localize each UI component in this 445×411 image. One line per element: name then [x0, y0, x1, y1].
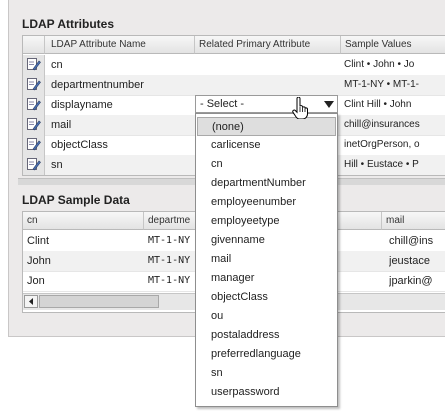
col-header-related-primary-attribute[interactable]: Related Primary Attribute [195, 36, 341, 54]
horizontal-scroll-thumb[interactable] [39, 295, 159, 308]
attribute-sample-values: inetOrgPerson, o [344, 139, 420, 150]
attribute-sample-values: Clint • John • Jo [344, 59, 415, 70]
hand-pointer-icon [292, 97, 308, 119]
attribute-row[interactable]: cn Clint • John • Jo [23, 55, 445, 76]
col-header-mail[interactable]: mail [382, 212, 445, 230]
ldap-sample-data-title: LDAP Sample Data [22, 193, 130, 207]
attribute-sample-values: MT-1-NY • MT-1- [344, 79, 419, 90]
dropdown-option[interactable]: employeetype [197, 212, 336, 231]
sample-cn: John [27, 255, 51, 267]
dropdown-option[interactable]: cn [197, 155, 336, 174]
attribute-row[interactable]: departmentnumber MT-1-NY • MT-1- [23, 75, 445, 96]
attribute-sample-values: Hill • Eustace • P [344, 159, 419, 170]
attribute-name: sn [51, 159, 63, 171]
scroll-left-arrow-icon[interactable] [24, 295, 38, 308]
select-value: - Select - [200, 98, 245, 110]
dropdown-option[interactable]: carlicense [197, 136, 336, 155]
sample-mail: chill@ins [389, 235, 434, 247]
sample-mail: jeustace [389, 255, 430, 267]
col-header-cn[interactable]: cn [23, 212, 144, 230]
attribute-sample-values: Clint Hill • John [344, 99, 412, 110]
attribute-name: cn [51, 59, 63, 71]
edit-attribute-icon[interactable] [23, 95, 45, 115]
dropdown-option[interactable]: departmentNumber [197, 174, 336, 193]
edit-attribute-icon[interactable] [23, 135, 45, 155]
dropdown-option[interactable]: employeenumber [197, 193, 336, 212]
dropdown-option[interactable]: objectClass [197, 288, 336, 307]
dropdown-option[interactable]: manager [197, 269, 336, 288]
sample-cn: Clint [27, 235, 50, 247]
dropdown-option[interactable]: ou [197, 307, 336, 326]
triangle-down-icon [324, 101, 334, 108]
dropdown-option[interactable]: sn [197, 364, 336, 383]
ldap-attributes-title: LDAP Attributes [22, 17, 115, 31]
col-header-sample-values[interactable]: Sample Values [341, 36, 445, 54]
attribute-name: displayname [51, 99, 113, 111]
attribute-sample-values: chill@insurances [344, 119, 420, 130]
edit-attribute-icon[interactable] [23, 75, 45, 95]
attribute-name: objectClass [51, 139, 108, 151]
dropdown-option[interactable]: userpassword [197, 383, 336, 402]
sample-cn: Jon [27, 275, 45, 287]
attribute-name: mail [51, 119, 72, 131]
dropdown-option[interactable]: preferredlanguage [197, 345, 336, 364]
dropdown-option[interactable]: mail [197, 250, 336, 269]
edit-attribute-icon[interactable] [23, 115, 45, 135]
col-header-ldap-attribute-name[interactable]: LDAP Attribute Name [45, 36, 195, 54]
dropdown-option[interactable]: (none) [197, 117, 336, 136]
sample-mail: jparkin@ [389, 275, 433, 287]
edit-attribute-icon[interactable] [23, 155, 45, 175]
edit-attribute-icon[interactable] [23, 55, 45, 75]
icon-column-header [23, 36, 45, 54]
dropdown-option[interactable]: postaladdress [197, 326, 336, 345]
dropdown-option[interactable]: givenname [197, 231, 336, 250]
attribute-name: departmentnumber [51, 79, 144, 91]
related-attribute-select[interactable]: - Select - [195, 95, 338, 113]
related-attribute-dropdown-list: (none) carlicense cn departmentNumber employ… [195, 113, 338, 407]
